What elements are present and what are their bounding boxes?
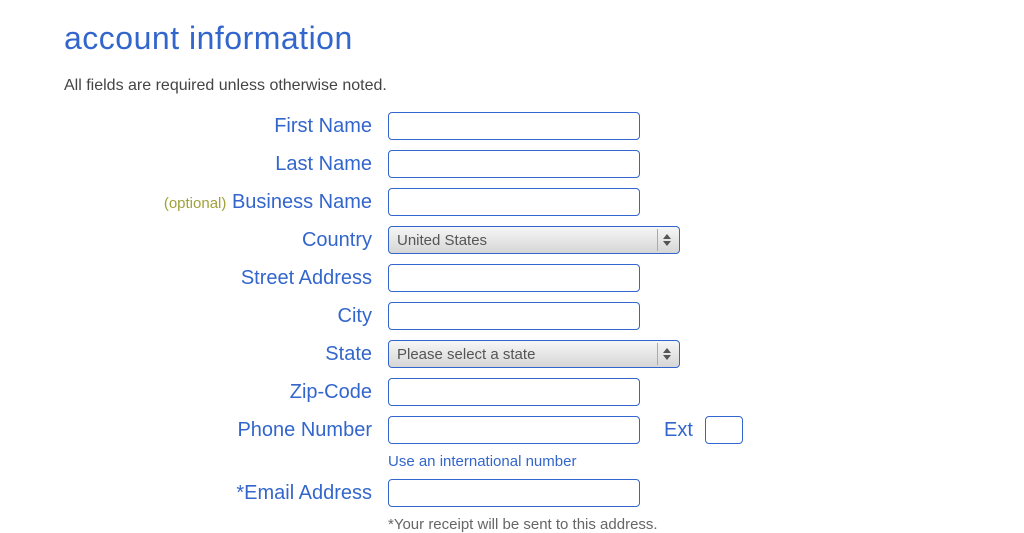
label-ext: Ext — [664, 419, 693, 442]
dropdown-spinner-icon — [657, 343, 675, 365]
label-zip-code: Zip-Code — [64, 381, 388, 404]
business-name-text: Business Name — [232, 191, 372, 213]
first-name-field[interactable] — [388, 112, 640, 140]
email-address-field[interactable] — [388, 479, 640, 507]
street-address-field[interactable] — [388, 264, 640, 292]
label-business-name: (optional) Business Name — [64, 191, 388, 214]
city-field[interactable] — [388, 302, 640, 330]
phone-number-field[interactable] — [388, 416, 640, 444]
country-select[interactable]: United States — [388, 226, 680, 254]
dropdown-spinner-icon — [657, 229, 675, 251]
label-state: State — [64, 343, 388, 366]
state-select[interactable]: Please select a state — [388, 340, 680, 368]
label-first-name: First Name — [64, 115, 388, 138]
label-city: City — [64, 305, 388, 328]
label-phone-number: Phone Number — [64, 419, 388, 442]
page-title: account information — [64, 20, 1024, 57]
label-country: Country — [64, 229, 388, 252]
label-street-address: Street Address — [64, 267, 388, 290]
business-name-field[interactable] — [388, 188, 640, 216]
last-name-field[interactable] — [388, 150, 640, 178]
required-note: All fields are required unless otherwise… — [64, 77, 1024, 95]
ext-field[interactable] — [705, 416, 743, 444]
label-last-name: Last Name — [64, 153, 388, 176]
state-select-value: Please select a state — [397, 346, 671, 363]
intl-number-link[interactable]: Use an international number — [388, 453, 576, 470]
zip-code-field[interactable] — [388, 378, 640, 406]
optional-prefix: (optional) — [164, 195, 227, 212]
email-receipt-note: *Your receipt will be sent to this addre… — [388, 516, 658, 533]
label-email-address: *Email Address — [64, 482, 388, 505]
country-select-value: United States — [397, 232, 671, 249]
